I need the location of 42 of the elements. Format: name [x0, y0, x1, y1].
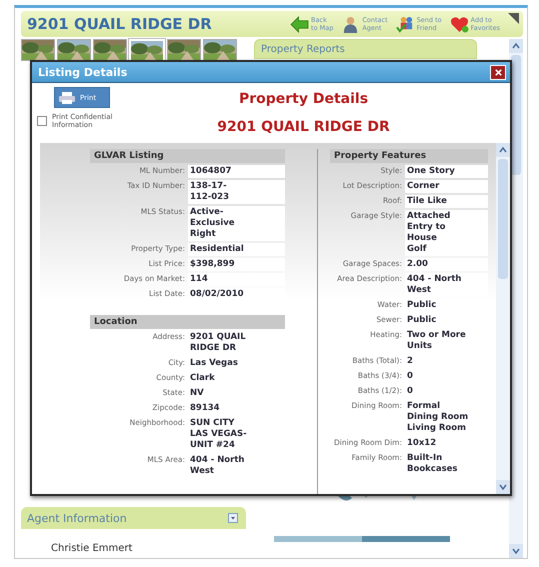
arrow-left-icon [290, 16, 310, 32]
agent-name: Christie Emmert [50, 542, 134, 556]
corner-icon [508, 13, 519, 24]
scrollbar-thumb[interactable] [498, 159, 508, 279]
photo-thumbnail[interactable] [203, 39, 237, 61]
printer-icon [59, 92, 75, 104]
field-value: Active- Exclusive Right [188, 206, 285, 241]
photo-thumbnail[interactable] [93, 39, 127, 61]
scroll-down-icon[interactable] [509, 544, 523, 558]
photo-thumbnail[interactable] [57, 39, 91, 61]
property-title: 9201 QUAIL RIDGE DR [27, 15, 212, 33]
agent-panel-header[interactable]: Agent Information [21, 507, 246, 529]
details-heading: Property Details [238, 91, 368, 107]
field-value: Tile Like [405, 195, 488, 208]
field-value: One Story [405, 165, 488, 178]
address-heading: 9201 QUAIL RIDGE DR [217, 119, 390, 135]
field-value: Residential [188, 243, 285, 256]
field-value: $398,899 [188, 258, 285, 271]
field-value: 2.00 [405, 258, 488, 271]
checkbox[interactable] [37, 116, 47, 126]
field-value: Attached Entry to House Golf [405, 210, 488, 256]
dialog-title: Listing Details [38, 66, 128, 78]
scroll-up-icon[interactable] [509, 39, 523, 53]
scrollbar[interactable] [496, 143, 510, 494]
field-value: 1064807 [188, 165, 285, 178]
people-icon [396, 16, 415, 32]
close-icon [494, 68, 502, 76]
reports-panel-header[interactable]: Property Reports [254, 39, 477, 59]
section-heading: Property Features [330, 149, 488, 163]
photo-thumbnail[interactable] [167, 39, 201, 61]
field-value: 138-17- 112-023 [188, 180, 285, 204]
section-heading: Location [90, 315, 285, 329]
field-value: 114 [188, 273, 285, 286]
heart-icon [450, 16, 469, 32]
field-value: Corner [405, 180, 488, 193]
scroll-down-icon[interactable] [496, 480, 510, 494]
photo-thumbnail[interactable] [21, 39, 55, 61]
scrollbar-thumb[interactable] [511, 55, 521, 175]
scroll-up-icon[interactable] [496, 143, 510, 157]
collapse-icon [228, 513, 238, 523]
close-button[interactable] [490, 64, 506, 80]
section-heading: GLVAR Listing [90, 149, 285, 163]
